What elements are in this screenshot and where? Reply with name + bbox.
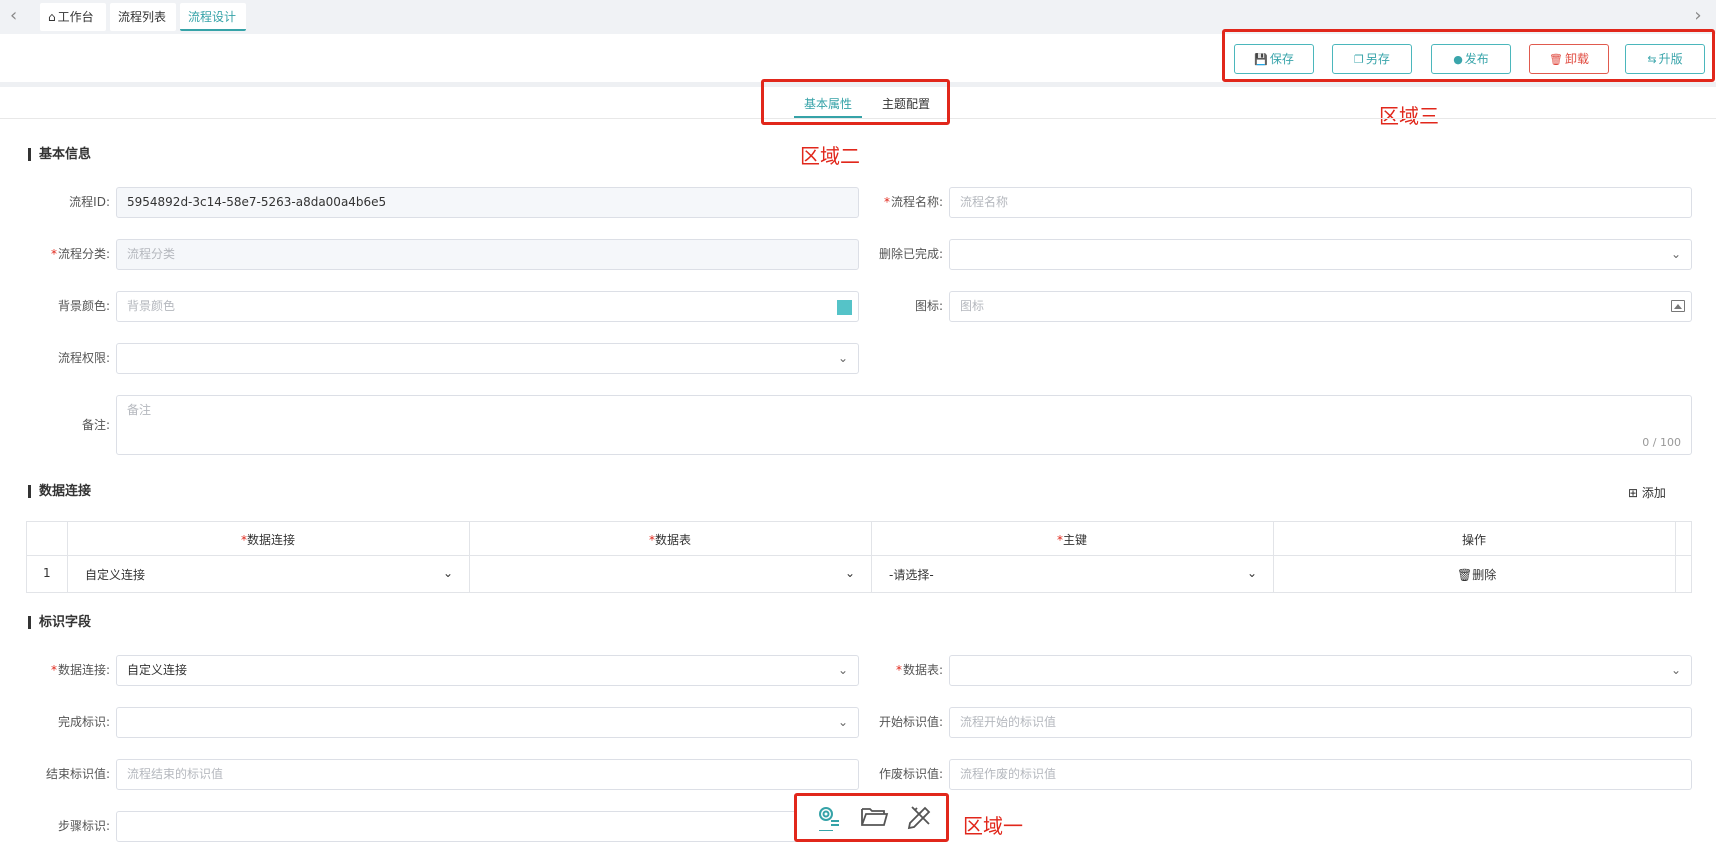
bg-color-label: 背景颜色: — [57, 299, 110, 313]
flow-id-field: 5954892d-3c14-58e7-5263-a8da00a4b6e5 — [116, 187, 859, 218]
void-value-label: 作废标识值: — [878, 767, 943, 781]
home-icon: ⌂ — [48, 10, 56, 24]
remark-textarea[interactable]: 备注 0 / 100 — [116, 395, 1692, 455]
section-title-data-connection: 数据连接 — [28, 485, 91, 498]
chevron-down-icon: ⌄ — [1670, 247, 1681, 261]
chevron-left-icon[interactable]: ‹ — [10, 6, 30, 26]
end-value-label: 结束标识值: — [45, 767, 110, 781]
chevron-down-icon: ⌄ — [837, 351, 848, 365]
icon-label: 图标: — [914, 299, 943, 313]
section-title-basic-info: 基本信息 — [28, 148, 91, 161]
char-counter: 0 / 100 — [1642, 436, 1681, 449]
annotation-label-zone2: 区域二 — [800, 144, 860, 168]
id-table-label: *数据表: — [895, 663, 943, 677]
remark-label: 备注: — [81, 418, 110, 432]
tab-workbench[interactable]: ⌂ 工作台 — [40, 3, 106, 31]
add-button[interactable]: ⊞ 添加 — [1628, 484, 1666, 501]
table-divider — [27, 555, 1691, 556]
done-flag-label: 完成标识: — [57, 715, 110, 729]
delete-done-label: 删除已完成: — [878, 247, 943, 261]
image-icon[interactable] — [1671, 300, 1685, 312]
chevron-down-icon: ⌄ — [1670, 663, 1681, 677]
void-value-input[interactable]: 流程作废的标识值 — [949, 759, 1692, 790]
column-header-action: 操作 — [1461, 533, 1486, 547]
id-table-select[interactable]: ⌄ — [949, 655, 1692, 686]
connection-select[interactable]: 自定义连接 ⌄ — [85, 566, 469, 583]
chevron-down-icon: ⌄ — [844, 566, 855, 580]
chevron-down-icon: ⌄ — [442, 566, 453, 580]
section-title-id-fields: 标识字段 — [28, 616, 91, 629]
column-header-primary-key: *主键 — [1056, 533, 1087, 547]
delete-done-select[interactable]: ⌄ — [949, 239, 1692, 270]
plus-square-icon: ⊞ — [1628, 486, 1639, 500]
row-index: 1 — [43, 566, 51, 580]
annotation-box-zone3 — [1222, 29, 1715, 82]
tab-flow-list[interactable]: 流程列表 — [110, 3, 176, 31]
id-conn-select[interactable]: 自定义连接 ⌄ — [116, 655, 859, 686]
column-header-table: *数据表 — [648, 533, 691, 547]
data-connection-table: *数据连接 *数据表 *主键 操作 1 自定义连接 ⌄ ⌄ -请选择- ⌄ 🗑删除 — [26, 521, 1692, 593]
trash-icon: 🗑 — [1457, 568, 1473, 582]
permission-select[interactable]: ⌄ — [116, 343, 859, 374]
delete-row-button[interactable]: 🗑删除 — [1457, 566, 1496, 583]
tab-flow-design[interactable]: 流程设计 — [180, 3, 246, 31]
primary-key-select[interactable]: -请选择- ⌄ — [889, 566, 1273, 583]
annotation-box-zone2 — [761, 79, 950, 125]
bg-color-input[interactable]: 背景颜色 — [116, 291, 859, 322]
start-value-input[interactable]: 流程开始的标识值 — [949, 707, 1692, 738]
step-flag-select[interactable] — [116, 811, 859, 842]
end-value-input[interactable]: 流程结束的标识值 — [116, 759, 859, 790]
chevron-down-icon: ⌄ — [1246, 566, 1257, 580]
flow-category-label: *流程分类: — [50, 247, 110, 261]
icon-input[interactable]: 图标 — [949, 291, 1692, 322]
done-flag-select[interactable]: ⌄ — [116, 707, 859, 738]
flow-name-label: *流程名称: — [883, 195, 943, 209]
color-swatch-icon[interactable] — [837, 300, 852, 315]
annotation-box-zone1 — [794, 793, 949, 842]
column-header-connection: *数据连接 — [240, 533, 295, 547]
chevron-right-icon[interactable]: › — [1688, 6, 1708, 26]
annotation-label-zone1: 区域一 — [963, 814, 1023, 838]
flow-category-field[interactable]: 流程分类 — [116, 239, 859, 270]
table-divider — [1675, 522, 1676, 592]
start-value-label: 开始标识值: — [878, 715, 943, 729]
chevron-down-icon: ⌄ — [837, 715, 848, 729]
flow-id-label: 流程ID: — [69, 195, 110, 209]
step-flag-label: 步骤标识: — [57, 819, 110, 833]
permission-label: 流程权限: — [57, 351, 110, 365]
id-conn-label: *数据连接: — [50, 663, 110, 677]
chevron-down-icon: ⌄ — [837, 663, 848, 677]
flow-name-input[interactable]: 流程名称 — [949, 187, 1692, 218]
